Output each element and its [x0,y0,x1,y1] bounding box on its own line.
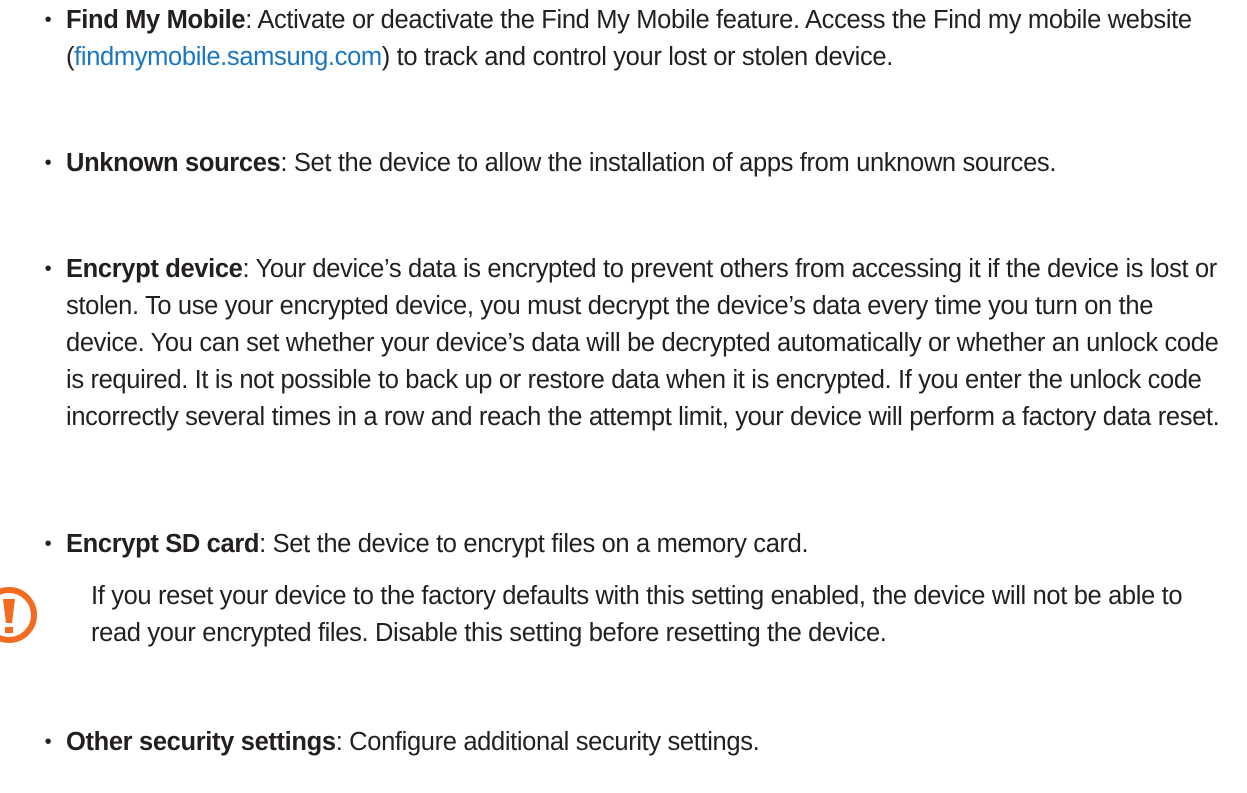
caution-note: If you reset your device to the factory … [0,578,1247,688]
list-item-unknown-sources: • Unknown sources: Set the device to all… [45,145,1228,182]
list-item-find-my-mobile: • Find My Mobile: Activate or deactivate… [45,2,1228,76]
description: : Configure additional security settings… [335,728,760,756]
caution-icon [0,587,37,643]
bullet: • [44,9,52,31]
list-item-encrypt-device: • Encrypt device: Your device’s data is … [45,251,1228,436]
document-page: • Find My Mobile: Activate or deactivate… [0,0,1247,793]
description: : Set the device to encrypt files on a m… [259,530,809,558]
list-item-text: Other security settings: Configure addit… [48,724,1228,761]
list-item-other-security-settings: • Other security settings: Configure add… [45,724,1228,761]
bullet: • [44,731,52,753]
caution-note-text: If you reset your device to the factory … [91,582,1183,647]
description: : Set the device to allow the installati… [280,149,1057,177]
term-other-security-settings: Other security settings [66,728,336,756]
description-part: ) to track and control your lost or stol… [381,43,894,71]
bullet: • [44,152,52,174]
term-encrypt-device: Encrypt device [66,255,243,283]
bullet: • [44,258,52,280]
list-item-text: Encrypt SD card: Set the device to encry… [48,526,1228,563]
bullet: • [44,533,52,555]
term-find-my-mobile: Find My Mobile [66,6,246,34]
list-item-text: Find My Mobile: Activate or deactivate t… [48,2,1228,76]
list-item-encrypt-sd-card: • Encrypt SD card: Set the device to enc… [45,526,1228,563]
term-encrypt-sd-card: Encrypt SD card [66,530,260,558]
findmymobile-link[interactable]: findmymobile.samsung.com [74,43,382,71]
list-item-text: Encrypt device: Your device’s data is en… [48,251,1228,436]
list-item-text: Unknown sources: Set the device to allow… [48,145,1228,182]
term-unknown-sources: Unknown sources [66,149,281,177]
